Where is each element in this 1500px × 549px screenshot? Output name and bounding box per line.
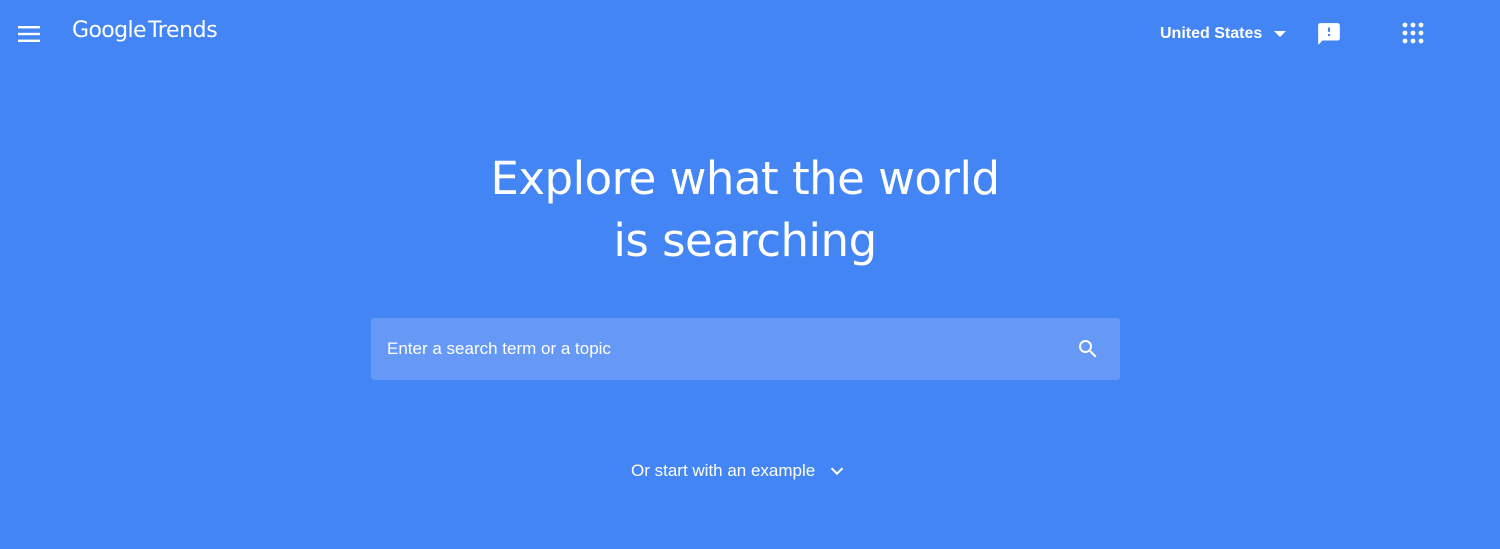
search-icon[interactable]: [1076, 337, 1100, 361]
start-with-example-label: Or start with an example: [631, 461, 816, 480]
logo-trends-text: Trends: [147, 18, 218, 43]
caret-down-icon: [1274, 31, 1287, 37]
menu-icon: [18, 26, 40, 42]
trends-home-page: Google Trends United States Explore what…: [0, 0, 1500, 549]
apps-grid-icon: [1402, 22, 1424, 44]
feedback-button[interactable]: [1316, 21, 1342, 47]
search-box: [371, 317, 1120, 381]
hero-title-line-1: Explore what the world: [490, 152, 1000, 205]
region-selector[interactable]: United States: [1160, 20, 1287, 48]
search-input[interactable]: [371, 317, 1076, 381]
main-menu-button[interactable]: [14, 20, 44, 48]
feedback-icon: [1318, 23, 1340, 45]
logo-google-text: Google: [72, 18, 147, 43]
hero-title: Explore what the world is searching: [0, 148, 1490, 272]
start-with-example-toggle[interactable]: Or start with an example: [631, 460, 845, 482]
chevron-down-icon: [831, 467, 844, 476]
region-label: United States: [1160, 25, 1263, 42]
hero-title-line-2: is searching: [613, 214, 877, 267]
apps-button[interactable]: [1402, 22, 1424, 44]
google-trends-logo[interactable]: Google Trends: [72, 18, 218, 50]
